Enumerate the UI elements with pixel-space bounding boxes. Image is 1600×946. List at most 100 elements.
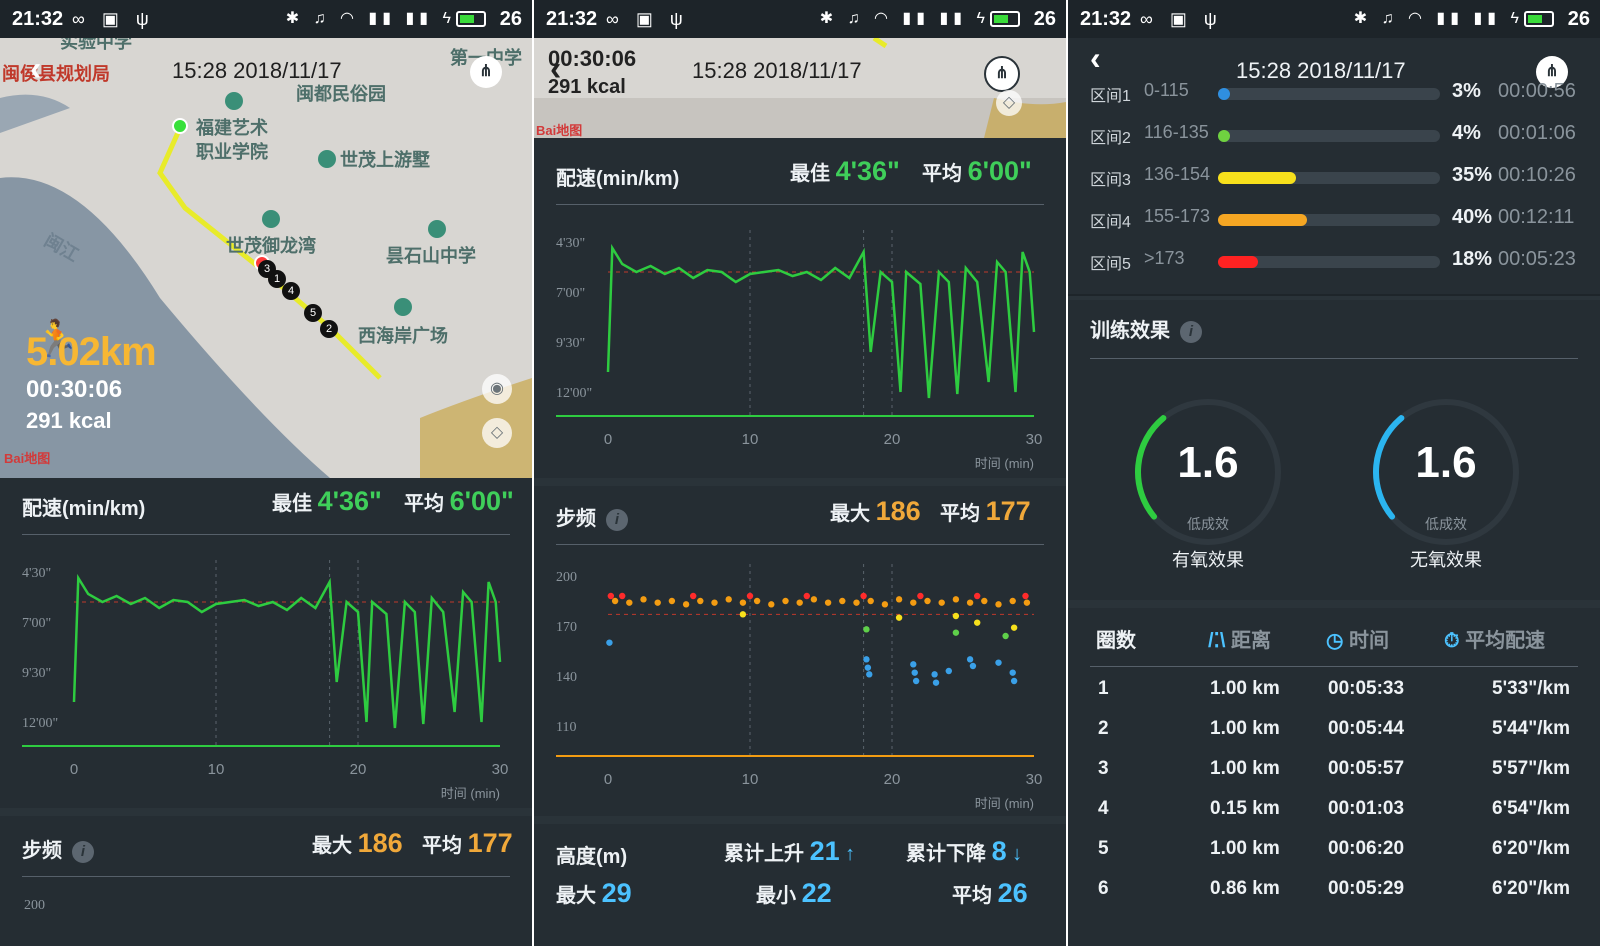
cadence-point: [867, 597, 874, 605]
baidu-logo: Bai地图: [536, 123, 583, 138]
cadence-point: [952, 612, 960, 620]
battery-level: 26: [1567, 8, 1590, 30]
laps-header-pace-text: 平均配速: [1465, 630, 1546, 652]
cadence-title-text: 步频: [556, 508, 596, 530]
cadence-point: [753, 597, 761, 605]
zone-label: 区间2: [1090, 130, 1131, 147]
lap-row: 1 1.00 km 00:05:33 5'33"/km: [1068, 678, 1600, 718]
training-title: 训练效果 i: [1090, 314, 1202, 343]
cadence-point: [995, 659, 1002, 666]
zone-range: 116-135: [1144, 122, 1209, 142]
notification-icons: ∞ ▣ ψ: [72, 9, 155, 29]
anaerobic-label: 无氧效果: [1410, 550, 1482, 570]
zone-row: 区间3 136-154 35% 00:10:26: [1090, 162, 1580, 192]
pace-title: 配速(min/km): [22, 498, 146, 520]
share-icon[interactable]: ⋔: [470, 56, 502, 88]
aerobic-level: 低成效: [1187, 516, 1229, 532]
lap-row: 5 1.00 km 00:06:20 6'20"/km: [1068, 838, 1600, 878]
y-tick-label: 200: [556, 570, 577, 585]
lap-marker: 5: [304, 304, 322, 322]
cadence-point: [917, 592, 924, 600]
poi-icon: [318, 150, 336, 168]
cadence-point: [626, 599, 633, 606]
lap-pace: 5'57"/km: [1492, 758, 1570, 779]
x-axis-unit: 时间 (min): [975, 456, 1034, 471]
y-tick-label: 7'00": [556, 286, 585, 301]
zone-label: 区间5: [1090, 256, 1131, 273]
cadence-point: [853, 599, 860, 606]
zone-range: >173: [1144, 248, 1185, 268]
map-label: 世茂御龙湾: [226, 236, 316, 256]
cadence-point: [803, 592, 810, 600]
zone-row: 区间2 116-135 4% 00:01:06: [1090, 120, 1580, 150]
route-line: [872, 38, 888, 49]
signal-icons: ✱ ♫ ◠ ▮▮ ▮▮ ϟ: [1354, 0, 1554, 38]
zone-percent: 40%: [1452, 206, 1493, 228]
descent-value: 8: [991, 836, 1007, 866]
altitude-average: 平均 26: [952, 878, 1028, 909]
clock-icon: ◷: [1326, 630, 1344, 652]
zone-bar-track: [1218, 130, 1440, 142]
lap-number: 1: [1098, 678, 1109, 699]
cadence-point: [697, 597, 704, 605]
lap-pace: 5'44"/km: [1492, 718, 1570, 739]
laps-header-pace[interactable]: ⏱ 平均配速: [1444, 624, 1545, 653]
cadence-avg-value: 177: [985, 496, 1031, 526]
descent-label: 累计下降: [906, 843, 986, 865]
cadence-point: [912, 677, 920, 685]
battery-icon: [990, 10, 1020, 27]
info-icon[interactable]: i: [606, 508, 628, 531]
pace-avg-label: 平均: [404, 493, 444, 515]
pace-best: 最佳 4'36": [272, 486, 382, 517]
cadence-point: [895, 596, 903, 603]
eye-icon[interactable]: ◉: [482, 374, 512, 404]
signal-icons: ✱ ♫ ◠ ▮▮ ▮▮ ϟ: [286, 0, 486, 38]
x-tick-label: 20: [884, 431, 901, 448]
route-map-collapsed[interactable]: ‹ 00:30:06 291 kcal 15:28 2018/11/17 ⋔ ◇…: [534, 38, 1066, 138]
gauge-arc: [1135, 415, 1167, 520]
cadence-point: [768, 601, 775, 608]
y-tick-label: 140: [556, 670, 577, 685]
cadence-point: [910, 599, 917, 606]
laps-header-time[interactable]: ◷ 时间: [1326, 624, 1389, 653]
map-label: 闽侯县规划局: [2, 64, 110, 84]
layers-icon[interactable]: ◇: [996, 90, 1022, 116]
distance-icon: /⁚\: [1208, 630, 1226, 652]
start-point: [172, 118, 188, 134]
cadence-point: [725, 596, 732, 603]
share-icon[interactable]: ⋔: [984, 56, 1020, 92]
pace-line: [72, 573, 502, 729]
cadence-point: [739, 611, 747, 618]
cadence-point: [782, 597, 789, 605]
laps-header-number: 圈数: [1096, 630, 1136, 652]
lap-distance: 1.00 km: [1210, 718, 1280, 739]
x-tick-label: 10: [742, 771, 759, 788]
lap-row: 3 1.00 km 00:05:57 5'57"/km: [1068, 758, 1600, 798]
total-kcal: 291 kcal: [548, 76, 626, 98]
cadence-point: [1010, 624, 1018, 631]
zone-label: 区间4: [1090, 214, 1131, 231]
altitude-title: 高度(m): [556, 846, 628, 868]
up-arrow-icon: ↑: [845, 843, 856, 865]
back-icon[interactable]: ‹: [30, 50, 41, 89]
cadence-point: [863, 656, 870, 663]
cadence-average: 平均 177: [940, 496, 1031, 527]
laps-header-distance[interactable]: /⁚\ 距离: [1208, 624, 1271, 653]
cadence-chart: 200 170 140 110 0 10 20 30 时间 (min): [556, 564, 1042, 811]
altitude-max: 最大 29: [556, 878, 632, 909]
lap-row: 4 0.15 km 00:01:03 6'54"/km: [1068, 798, 1600, 838]
map-label: 昙石山中学: [386, 246, 476, 266]
info-icon[interactable]: i: [1180, 320, 1202, 343]
info-icon[interactable]: i: [72, 840, 94, 863]
lap-pace: 5'33"/km: [1492, 678, 1570, 699]
layers-icon[interactable]: ◇: [482, 418, 512, 448]
back-icon[interactable]: ‹: [1090, 40, 1101, 77]
training-title-text: 训练效果: [1090, 320, 1170, 342]
zone-time: 00:05:23: [1498, 248, 1576, 270]
zone-percent: 18%: [1452, 248, 1493, 270]
cadence-point: [1002, 632, 1009, 640]
route-map[interactable]: 实验中学 闽侯县规划局 闽都民俗园 福建艺术 职业学院 世茂上游墅 世茂御龙湾 …: [0, 38, 532, 478]
zone-bar-fill: [1218, 88, 1230, 100]
divider: [556, 544, 1044, 545]
pace-best-label: 最佳: [272, 493, 312, 515]
